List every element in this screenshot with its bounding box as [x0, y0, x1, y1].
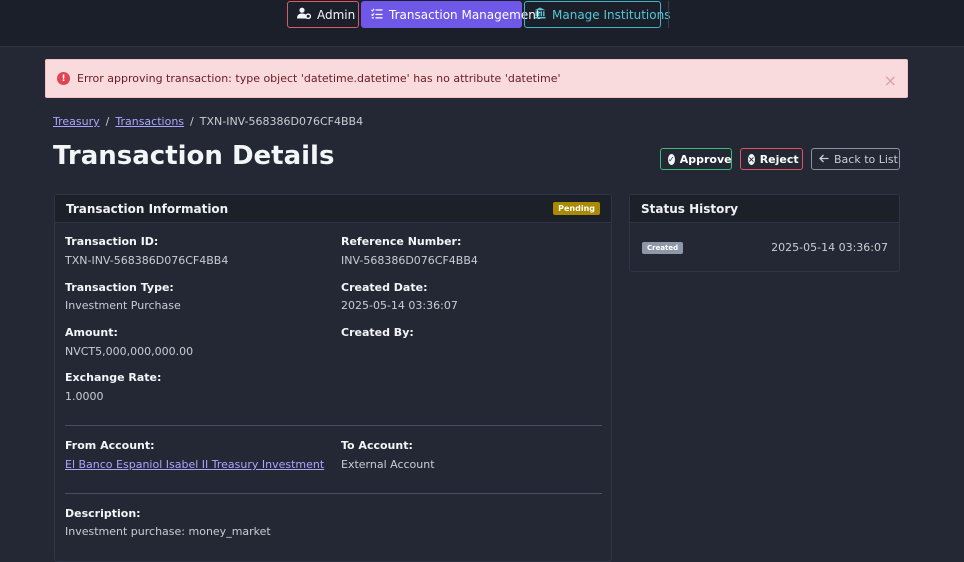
list-check-icon	[371, 7, 383, 22]
section-divider	[65, 425, 602, 426]
arrow-left-icon	[819, 153, 829, 166]
card-title: Transaction Information	[66, 201, 229, 216]
error-alert: ! Error approving transaction: type obje…	[45, 59, 908, 98]
transaction-information-header: Transaction Information	[55, 195, 611, 223]
amount-label: Amount:	[65, 326, 118, 339]
from-account-link[interactable]: El Banco Espaniol Isabel II Treasury Inv…	[65, 458, 324, 471]
to-account-label: To Account:	[341, 439, 413, 452]
check-circle-icon: ✓	[668, 153, 675, 165]
to-account-value: External Account	[341, 458, 435, 471]
created-date-label: Created Date:	[341, 281, 428, 294]
section-divider	[65, 493, 602, 494]
exchange-rate-value: 1.0000	[65, 390, 104, 403]
admin-nav-button[interactable]: Admin	[287, 1, 359, 28]
transaction-type-label: Transaction Type:	[65, 281, 174, 294]
created-date-value: 2025-05-14 03:36:07	[341, 299, 458, 312]
transaction-id-label: Transaction ID:	[65, 235, 159, 248]
reference-number-value: INV-568386D076CF4BB4	[341, 254, 478, 267]
exchange-rate-label: Exchange Rate:	[65, 371, 162, 384]
admin-nav-label: Admin	[317, 7, 356, 22]
description-label: Description:	[65, 507, 141, 520]
approve-button-label: Approve	[679, 152, 732, 166]
breadcrumb-transactions-link[interactable]: Transactions	[115, 115, 184, 128]
bank-icon	[534, 7, 546, 22]
back-to-list-label: Back to List	[834, 152, 898, 166]
status-badge: Created	[642, 242, 684, 254]
close-icon[interactable]: ×	[884, 71, 897, 90]
reject-button-label: Reject	[759, 152, 799, 166]
breadcrumb: Treasury / Transactions / TXN-INV-568386…	[53, 115, 363, 128]
exclamation-circle-icon: !	[57, 72, 70, 85]
status-timestamp: 2025-05-14 03:36:07	[771, 241, 888, 254]
back-to-list-button[interactable]: Back to List	[811, 148, 900, 170]
transaction-information-card: Transaction Information Pending Transact…	[54, 194, 612, 562]
status-history-header: Status History	[630, 195, 899, 223]
amount-value: NVCT5,000,000,000.00	[65, 345, 194, 358]
approve-button[interactable]: ✓ Approve	[660, 148, 732, 170]
manage-institutions-nav-label: Manage Institutions	[552, 7, 671, 22]
page-title: Transaction Details	[53, 141, 335, 171]
from-account-label: From Account:	[65, 439, 155, 452]
breadcrumb-current: TXN-INV-568386D076CF4BB4	[199, 115, 364, 128]
breadcrumb-treasury-link[interactable]: Treasury	[53, 115, 100, 128]
top-navbar: Admin Transaction Management Manage Inst…	[0, 0, 964, 47]
x-circle-icon: ×	[748, 153, 755, 165]
breadcrumb-separator: /	[190, 115, 194, 128]
manage-institutions-nav-button[interactable]: Manage Institutions	[524, 1, 670, 28]
created-by-label: Created By:	[341, 326, 414, 339]
transaction-id-value: TXN-INV-568386D076CF4BB4	[65, 254, 229, 267]
nav-divider	[668, 1, 669, 28]
description-value: Investment purchase: money_market	[65, 525, 271, 538]
user-gear-icon	[297, 7, 312, 22]
error-alert-message: Error approving transaction: type object…	[77, 72, 561, 85]
status-history-card: Status History Created 2025-05-14 03:36:…	[629, 194, 900, 272]
reject-button[interactable]: × Reject	[740, 148, 803, 170]
transaction-management-nav-button[interactable]: Transaction Management	[361, 1, 541, 28]
status-badge: Pending	[553, 202, 600, 215]
transaction-management-nav-label: Transaction Management	[389, 7, 541, 22]
reference-number-label: Reference Number:	[341, 235, 462, 248]
transaction-type-value: Investment Purchase	[65, 299, 181, 312]
breadcrumb-separator: /	[105, 115, 110, 128]
card-title: Status History	[641, 201, 739, 216]
